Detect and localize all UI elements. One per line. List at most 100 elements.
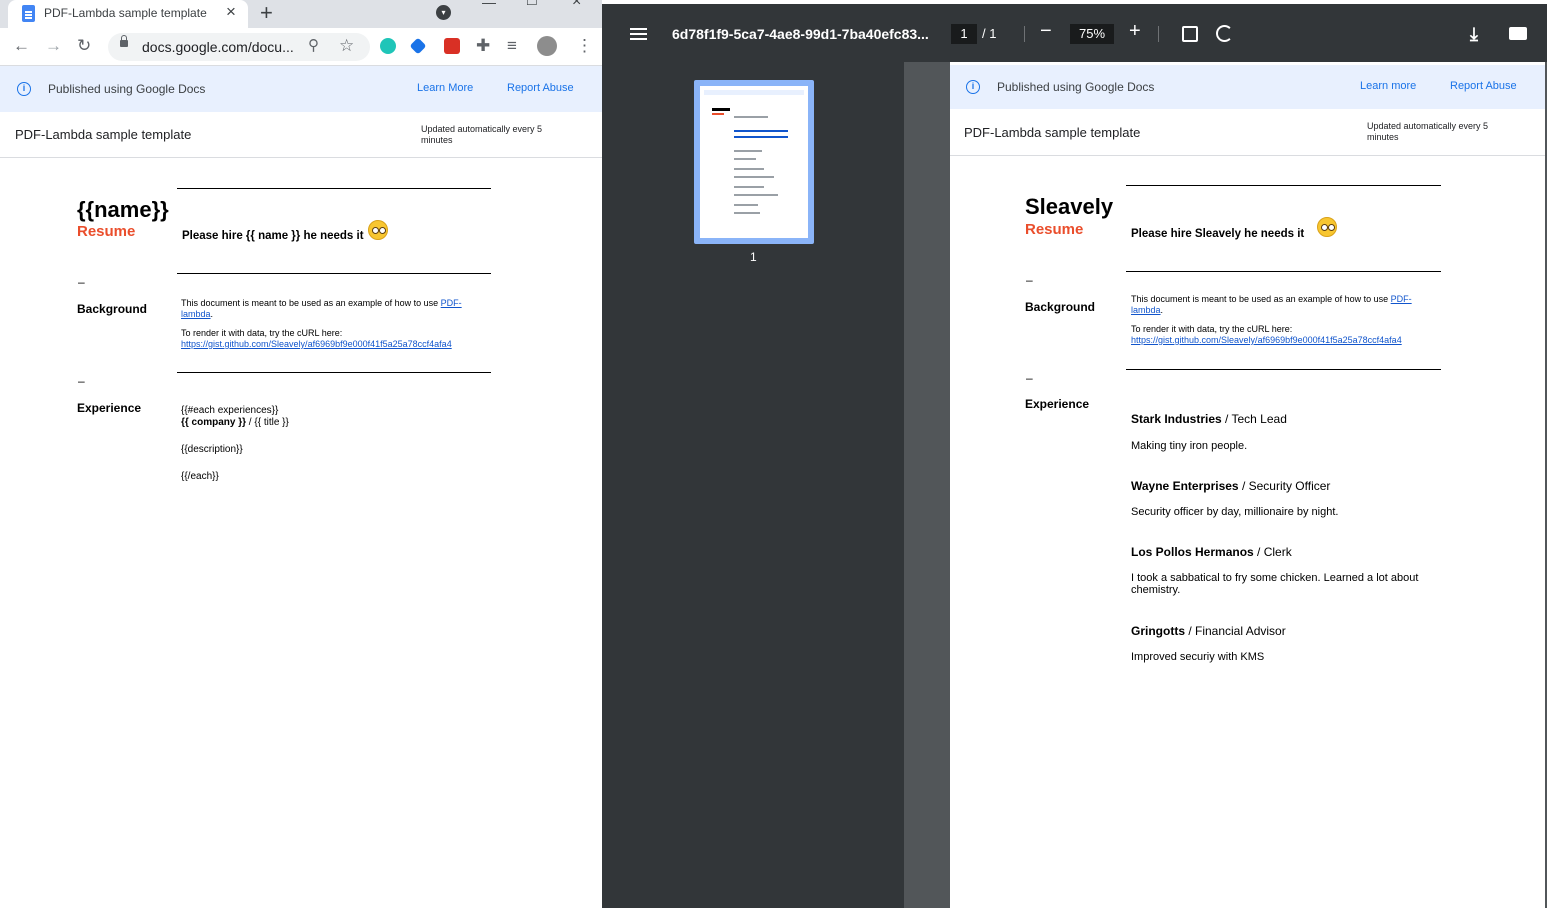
experience-description: Security officer by day, millionaire by … bbox=[1131, 506, 1339, 518]
maximize-icon[interactable]: □ bbox=[527, 0, 537, 10]
browser-tab[interactable]: PDF-Lambda sample template × bbox=[8, 0, 248, 28]
pleading-face-emoji-icon bbox=[1317, 217, 1337, 237]
browser-window: PDF-Lambda sample template × + ▾ — □ × ←… bbox=[0, 0, 602, 908]
experience-company-title: Los Pollos Hermanos / Clerk bbox=[1131, 545, 1292, 559]
pdf-published-banner: i Published using Google Docs Learn more… bbox=[950, 65, 1545, 109]
background-heading: Background bbox=[77, 302, 148, 316]
thumb-line bbox=[734, 212, 760, 214]
zoom-out-icon[interactable]: − bbox=[1040, 20, 1052, 43]
download-icon[interactable]: ⤓ bbox=[1470, 24, 1478, 45]
profile-avatar[interactable] bbox=[537, 36, 557, 56]
experience-description: I took a sabbatical to fry some chicken.… bbox=[1131, 572, 1419, 596]
resume-label: Resume bbox=[77, 223, 136, 240]
close-window-icon[interactable]: × bbox=[572, 0, 581, 11]
each-open-tag: {{#each experiences}} bbox=[181, 405, 279, 416]
background-paragraph-1: This document is meant to be used as an … bbox=[181, 298, 462, 319]
toolbar-separator bbox=[1158, 26, 1159, 42]
tab-strip: PDF-Lambda sample template × + ▾ — □ × bbox=[0, 0, 602, 28]
pleading-face-emoji-icon bbox=[368, 220, 388, 240]
pdf-file-name: 6d78f1f9-5ca7-4ae8-99d1-7ba40efc83... bbox=[672, 26, 929, 42]
rotate-icon[interactable] bbox=[1216, 25, 1233, 42]
fit-page-icon[interactable] bbox=[1182, 26, 1198, 42]
pdf-doc-title-bar: PDF-Lambda sample template Updated autom… bbox=[950, 109, 1545, 156]
thumb-line bbox=[734, 116, 768, 118]
thumb-line bbox=[734, 158, 756, 160]
close-tab-icon[interactable]: × bbox=[226, 2, 236, 22]
tool-extension-icon[interactable] bbox=[409, 37, 427, 55]
divider bbox=[177, 188, 491, 189]
section-dash: – bbox=[78, 374, 85, 388]
info-icon: i bbox=[966, 80, 980, 94]
divider bbox=[177, 372, 491, 373]
pdf-learn-more-link[interactable]: Learn more bbox=[1360, 80, 1416, 92]
background-paragraph-2: To render it with data, try the cURL her… bbox=[1131, 324, 1451, 346]
report-abuse-link[interactable]: Report Abuse bbox=[507, 82, 574, 94]
page-total: / 1 bbox=[982, 26, 997, 41]
job-title: / Clerk bbox=[1253, 545, 1292, 559]
company-name: Los Pollos Hermanos bbox=[1131, 545, 1254, 559]
gist-link[interactable]: https://gist.github.com/Sleavely/af6969b… bbox=[181, 339, 452, 349]
zoom-input[interactable]: 75% bbox=[1070, 24, 1114, 44]
experience-heading: Experience bbox=[1025, 397, 1090, 411]
background-paragraph-2: To render it with data, try the cURL her… bbox=[181, 328, 501, 350]
zoom-in-icon[interactable]: + bbox=[1129, 20, 1141, 43]
thumbnail-sidebar: 1 bbox=[602, 62, 904, 908]
each-close-tag: {{/each}} bbox=[181, 471, 219, 482]
thumb-resume bbox=[712, 113, 724, 115]
experience-description: Making tiny iron people. bbox=[1131, 440, 1248, 452]
experience-heading: Experience bbox=[77, 401, 142, 415]
lastpass-extension-icon[interactable] bbox=[444, 38, 460, 54]
pdf-report-abuse-link[interactable]: Report Abuse bbox=[1450, 80, 1517, 92]
hamburger-menu-icon[interactable] bbox=[630, 28, 647, 40]
description-placeholder: {{description}} bbox=[181, 444, 243, 455]
divider bbox=[1126, 369, 1441, 370]
name-placeholder: {{name}} bbox=[77, 197, 169, 222]
experience-company-title: Stark Industries / Tech Lead bbox=[1131, 412, 1287, 426]
resume-name: Sleavely bbox=[1025, 194, 1114, 219]
lock-icon bbox=[120, 35, 128, 47]
published-text: Published using Google Docs bbox=[48, 82, 206, 96]
resume-label: Resume bbox=[1025, 221, 1084, 238]
page-number-input[interactable]: 1 bbox=[951, 24, 977, 44]
zoom-icon[interactable]: ⚲ bbox=[308, 36, 319, 56]
updated-note: Updated automatically every 5 minutes bbox=[421, 124, 543, 145]
browser-toolbar: ← → ↻ docs.google.com/docu... ⚲ ☆ ✚ ≡ ⋮ bbox=[0, 28, 602, 66]
thumb-line bbox=[734, 194, 778, 196]
new-tab-icon[interactable]: + bbox=[260, 0, 273, 26]
section-dash: – bbox=[1026, 371, 1033, 385]
company-placeholder: {{ company }} bbox=[181, 417, 247, 428]
experience-company-title: Gringotts / Financial Advisor bbox=[1131, 624, 1286, 638]
experience-company-title: Wayne Enterprises / Security Officer bbox=[1131, 479, 1330, 493]
address-bar[interactable]: docs.google.com/docu... ⚲ ☆ bbox=[108, 33, 370, 61]
doc-title: PDF-Lambda sample template bbox=[15, 127, 192, 142]
pdf-page: i Published using Google Docs Learn more… bbox=[950, 62, 1545, 908]
hire-text: Please hire {{ name }} he needs it bbox=[182, 230, 364, 242]
reload-icon[interactable]: ↻ bbox=[77, 36, 91, 56]
gist-link[interactable]: https://gist.github.com/Sleavely/af6969b… bbox=[1131, 335, 1402, 345]
print-icon[interactable] bbox=[1509, 27, 1527, 40]
learn-more-link[interactable]: Learn More bbox=[417, 82, 473, 94]
thumb-line bbox=[734, 150, 762, 152]
tab-search-icon[interactable]: ▾ bbox=[436, 5, 451, 20]
divider bbox=[177, 273, 491, 274]
divider bbox=[1126, 271, 1441, 272]
media-queue-icon[interactable]: ≡ bbox=[507, 36, 517, 56]
bookmark-star-icon[interactable]: ☆ bbox=[339, 36, 354, 56]
thumbnail-page-number: 1 bbox=[750, 250, 757, 264]
divider bbox=[1126, 185, 1441, 186]
pdf-updated-note: Updated automatically every 5 minutes bbox=[1367, 121, 1489, 142]
company-name: Wayne Enterprises bbox=[1131, 479, 1239, 493]
grammarly-extension-icon[interactable] bbox=[380, 38, 396, 54]
back-icon[interactable]: ← bbox=[13, 36, 30, 56]
company-name: Stark Industries bbox=[1131, 412, 1222, 426]
menu-kebab-icon[interactable]: ⋮ bbox=[576, 36, 593, 56]
forward-icon[interactable]: → bbox=[45, 36, 62, 56]
thumb-line bbox=[734, 186, 764, 188]
pdf-published-text: Published using Google Docs bbox=[997, 80, 1155, 94]
published-banner: i Published using Google Docs Learn More… bbox=[0, 66, 602, 112]
pdf-viewer: 6d78f1f9-5ca7-4ae8-99d1-7ba40efc83... 1 … bbox=[602, 0, 1547, 908]
page-thumbnail[interactable] bbox=[694, 80, 814, 244]
minimize-icon[interactable]: — bbox=[482, 0, 496, 10]
extensions-puzzle-icon[interactable]: ✚ bbox=[476, 36, 490, 56]
google-docs-icon bbox=[22, 5, 35, 22]
